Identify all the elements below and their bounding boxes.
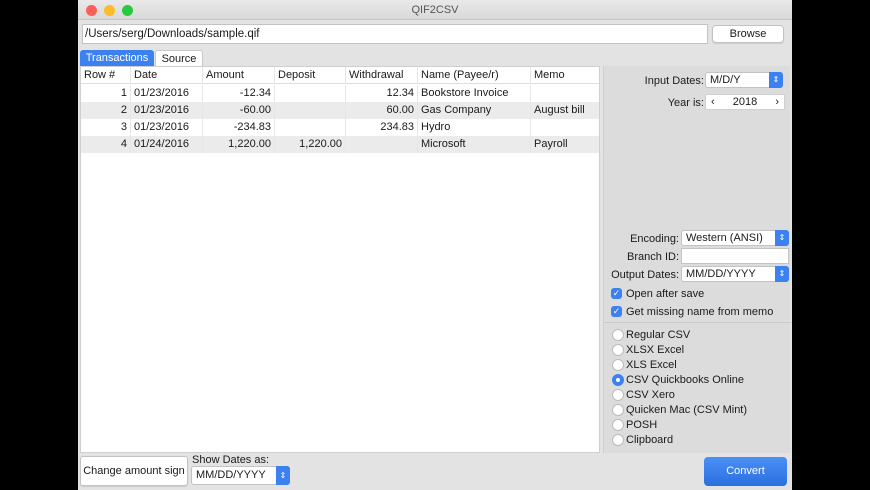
encoding-label: Encoding: xyxy=(630,233,679,245)
file-path-input[interactable]: /Users/serg/Downloads/sample.qif xyxy=(82,24,708,44)
table-cell[interactable]: -60.00 xyxy=(203,102,275,119)
table-cell[interactable]: 01/23/2016 xyxy=(131,85,203,102)
table-cell[interactable]: 234.83 xyxy=(346,119,418,136)
chevron-updown-icon: ⇕ xyxy=(276,466,290,485)
window-title: QIF2CSV xyxy=(411,4,459,16)
table-cell[interactable]: 1,220.00 xyxy=(203,136,275,153)
transactions-table[interactable]: Row # Date Amount Deposit Withdrawal Name (Pa… xyxy=(80,66,601,453)
table-header[interactable]: Row # Date Amount Deposit Withdrawal Name (Pa… xyxy=(81,67,601,84)
close-button[interactable] xyxy=(86,5,97,16)
table-cell[interactable]: Bookstore Invoice xyxy=(418,85,531,102)
format-option-label: Clipboard xyxy=(626,434,674,446)
table-row[interactable]: 1 01/23/2016 -12.34 12.34 Bookstore Invoice xyxy=(81,85,601,102)
format-option-label: Quicken Mac (CSV Mint) xyxy=(626,404,748,416)
output-dates-select[interactable]: MM/DD/YYYY ⇕ xyxy=(681,266,789,282)
table-row[interactable]: 3 01/23/2016 -234.83 234.83 Hydro xyxy=(81,119,601,136)
title-bar: QIF2CSV xyxy=(78,0,792,20)
app-window: QIF2CSV /Users/serg/Downloads/sample.qif… xyxy=(78,0,792,490)
branch-id-input[interactable] xyxy=(681,248,789,264)
table-cell[interactable]: -234.83 xyxy=(203,119,275,136)
settings-panel: Input Dates: M/D/Y ⇕ Year is: ‹ 2018 › En… xyxy=(603,66,791,453)
radio-button[interactable] xyxy=(612,329,624,341)
show-dates-select[interactable]: MM/DD/YYYY ⇕ xyxy=(191,466,290,485)
convert-button[interactable]: Convert xyxy=(704,457,787,486)
divider xyxy=(604,322,791,323)
table-cell[interactable] xyxy=(346,136,418,153)
format-option-label: XLS Excel xyxy=(626,359,677,371)
chevron-updown-icon: ⇕ xyxy=(775,230,789,246)
change-amount-sign-button[interactable]: Change amount sign xyxy=(80,456,188,486)
table-cell[interactable]: Microsoft xyxy=(418,136,531,153)
format-option-label: Regular CSV xyxy=(626,329,691,341)
encoding-select[interactable]: Western (ANSI) ⇕ xyxy=(681,230,789,246)
column-header[interactable]: Date xyxy=(131,67,203,84)
zoom-button[interactable] xyxy=(122,5,133,16)
radio-button[interactable] xyxy=(612,419,624,431)
column-header[interactable]: Amount xyxy=(203,67,275,84)
get-missing-name-label: Get missing name from memo xyxy=(626,306,774,318)
table-row[interactable]: 4 01/24/2016 1,220.00 1,220.00 Microsoft Payr… xyxy=(81,136,601,153)
table-cell[interactable]: 3 xyxy=(81,119,131,136)
table-cell[interactable]: Gas Company xyxy=(418,102,531,119)
table-cell[interactable]: 01/24/2016 xyxy=(131,136,203,153)
tab-transactions[interactable]: Transactions xyxy=(80,50,154,66)
show-dates-label: Show Dates as: xyxy=(192,454,270,466)
show-dates-value: MM/DD/YYYY xyxy=(196,469,266,481)
table-cell[interactable] xyxy=(275,102,346,119)
encoding-value: Western (ANSI) xyxy=(686,232,763,244)
format-option-label: CSV Xero xyxy=(626,389,675,401)
format-option-label: CSV Quickbooks Online xyxy=(626,374,744,386)
output-dates-value: MM/DD/YYYY xyxy=(686,268,756,280)
table-cell[interactable]: 4 xyxy=(81,136,131,153)
table-cell[interactable]: 1,220.00 xyxy=(275,136,346,153)
radio-button[interactable] xyxy=(612,374,624,386)
table-cell[interactable]: 01/23/2016 xyxy=(131,119,203,136)
checkmark-icon: ✓ xyxy=(611,306,622,317)
table-cell[interactable] xyxy=(275,119,346,136)
column-header[interactable]: Deposit xyxy=(275,67,346,84)
checkmark-icon: ✓ xyxy=(611,288,622,299)
open-after-save-label: Open after save xyxy=(626,288,705,300)
year-stepper[interactable]: ‹ 2018 › xyxy=(705,94,785,110)
table-cell[interactable]: 1 xyxy=(81,85,131,102)
column-header[interactable]: Name (Payee/r) xyxy=(418,67,531,84)
table-cell[interactable] xyxy=(531,85,601,102)
table-cell[interactable]: August bill xyxy=(531,102,601,119)
year-value: 2018 xyxy=(732,96,758,108)
input-dates-value: M/D/Y xyxy=(710,74,741,86)
column-header[interactable]: Withdrawal xyxy=(346,67,418,84)
input-dates-select[interactable]: M/D/Y ⇕ xyxy=(705,72,783,88)
year-label: Year is: xyxy=(667,97,704,109)
format-option-label: XLSX Excel xyxy=(626,344,685,356)
browse-button[interactable]: Browse xyxy=(712,25,784,43)
table-cell[interactable] xyxy=(275,85,346,102)
branch-id-label: Branch ID: xyxy=(627,251,679,263)
radio-button[interactable] xyxy=(612,404,624,416)
table-cell[interactable]: 01/23/2016 xyxy=(131,102,203,119)
table-cell[interactable]: -12.34 xyxy=(203,85,275,102)
chevron-right-icon[interactable]: › xyxy=(775,95,779,109)
minimize-button[interactable] xyxy=(104,5,115,16)
table-cell[interactable] xyxy=(531,119,601,136)
column-header[interactable]: Memo xyxy=(531,67,601,84)
chevron-updown-icon: ⇕ xyxy=(769,72,783,88)
radio-button[interactable] xyxy=(612,359,624,371)
table-cell[interactable]: 2 xyxy=(81,102,131,119)
radio-button[interactable] xyxy=(612,344,624,356)
radio-button[interactable] xyxy=(612,434,624,446)
chevron-updown-icon: ⇕ xyxy=(775,266,789,282)
output-dates-label: Output Dates: xyxy=(611,269,679,281)
table-cell[interactable]: 12.34 xyxy=(346,85,418,102)
format-option-label: POSH xyxy=(626,419,658,431)
tab-source[interactable]: Source xyxy=(155,50,203,66)
input-dates-label: Input Dates: xyxy=(644,75,704,87)
radio-button[interactable] xyxy=(612,389,624,401)
table-cell[interactable]: Hydro xyxy=(418,119,531,136)
table-cell[interactable]: 60.00 xyxy=(346,102,418,119)
column-header[interactable]: Row # xyxy=(81,67,131,84)
table-cell[interactable]: Payroll xyxy=(531,136,601,153)
table-row[interactable]: 2 01/23/2016 -60.00 60.00 Gas Company August … xyxy=(81,102,601,119)
